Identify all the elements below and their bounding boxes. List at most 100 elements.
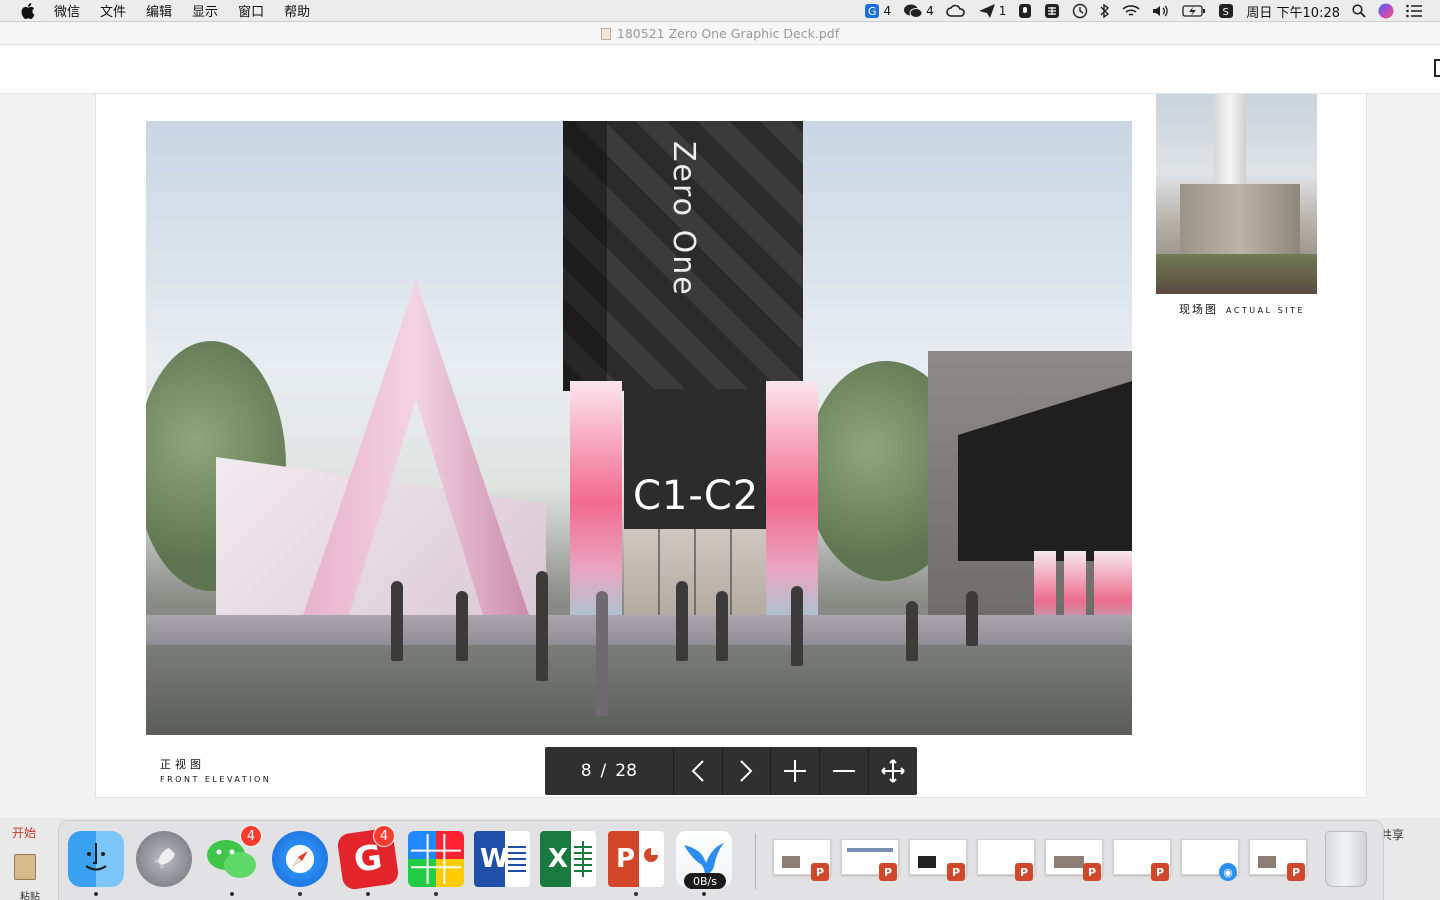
person-figure	[791, 586, 803, 666]
current-page[interactable]: 8	[581, 761, 592, 781]
page-navigator: 8 / 28	[545, 747, 917, 795]
dock-powerpoint[interactable]: P	[607, 829, 665, 896]
running-indicator	[230, 892, 234, 896]
siri-icon[interactable]	[1378, 3, 1394, 19]
person-figure	[906, 601, 918, 661]
dock-wechat[interactable]: 4	[203, 825, 262, 896]
dock-word[interactable]: W	[473, 829, 531, 889]
bird-transfer-icon: 0B/s	[676, 831, 732, 889]
total-pages: 28	[615, 761, 637, 781]
zoom-in-button[interactable]	[770, 747, 819, 795]
spotlight-search-icon[interactable]	[1352, 4, 1366, 18]
sidewalk-graphic	[146, 615, 1132, 645]
menu-window[interactable]: 窗口	[238, 1, 264, 20]
bandwagon-status[interactable]: G 4	[864, 3, 891, 19]
powerpoint-mini-icon: P	[1287, 863, 1305, 881]
person-figure	[536, 571, 548, 681]
minus-icon	[833, 770, 856, 772]
dock-color-grid[interactable]	[407, 829, 465, 896]
street-graphic	[146, 645, 1132, 735]
plus-icon	[784, 760, 807, 782]
safari-mini-icon: ◉	[1219, 863, 1237, 881]
next-page-button[interactable]	[721, 747, 771, 795]
mail-count: 1	[998, 4, 1007, 18]
tower-shade	[563, 121, 607, 391]
volume-icon[interactable]	[1152, 4, 1170, 18]
caption-left-zh: 正视图	[160, 758, 205, 771]
excel-letter: X	[548, 844, 569, 874]
fit-page-button[interactable]	[868, 747, 917, 795]
paste-icon[interactable]	[14, 854, 36, 880]
wifi-icon[interactable]	[1122, 4, 1140, 18]
excel-icon: X	[540, 831, 596, 887]
battery-icon[interactable]	[1182, 4, 1206, 18]
previous-page-button[interactable]	[672, 747, 722, 795]
document-viewer[interactable]: Zero One C1-C2 正视图 FRONT ELEVATION 现场图 A…	[0, 94, 1440, 818]
safari-icon	[272, 831, 328, 887]
powerpoint-mini-icon: P	[947, 863, 965, 881]
menu-wechat[interactable]: 微信	[54, 1, 80, 20]
running-indicator	[298, 892, 302, 896]
svg-text:G: G	[868, 5, 877, 18]
running-indicator	[94, 892, 98, 896]
running-indicator	[366, 892, 370, 896]
creative-cloud-icon[interactable]	[945, 4, 966, 18]
time-machine-icon[interactable]	[1072, 3, 1088, 19]
powerpoint-mini-icon: P	[811, 863, 829, 881]
menu-bar: 微信 文件 编辑 显示 窗口 帮助 G 4 4 1 S 周日 下午10:28	[0, 0, 1440, 22]
dock-separator	[755, 833, 756, 889]
dock: 4 G 4 W X P 0B/s P P P P P P ◉ P	[58, 820, 1384, 900]
gate-label-text: C1-C2	[633, 473, 760, 519]
menu-view[interactable]: 显示	[192, 1, 218, 20]
dock-bandwagon[interactable]: G 4	[336, 825, 400, 896]
thumb-bar	[847, 848, 893, 852]
powerpoint-mini-icon: P	[1015, 863, 1033, 881]
dock-excel[interactable]: X	[539, 829, 597, 889]
menu-edit[interactable]: 编辑	[146, 1, 172, 20]
input-method-icon[interactable]	[1044, 3, 1060, 19]
person-figure	[391, 581, 403, 661]
powerpoint-icon: P	[608, 831, 664, 887]
chevron-right-icon	[740, 760, 753, 782]
running-indicator	[634, 892, 638, 896]
mail-status[interactable]: 1	[978, 3, 1007, 19]
running-indicator	[434, 892, 438, 896]
sync-app-icon[interactable]: S	[1218, 3, 1234, 19]
microphone-icon[interactable]	[1018, 3, 1032, 19]
paper-plane-icon	[978, 4, 995, 18]
clock-text[interactable]: 周日 下午10:28	[1246, 2, 1340, 21]
thumb-image	[1054, 856, 1084, 868]
move-arrows-icon	[881, 759, 905, 783]
bandwagon-count: 4	[883, 4, 892, 18]
apple-icon[interactable]	[18, 0, 38, 22]
wechat-status[interactable]: 4	[903, 3, 934, 19]
wechat-icon: 4	[204, 825, 262, 887]
zoom-out-button[interactable]	[819, 747, 868, 795]
dock-finder[interactable]	[67, 829, 125, 896]
word-icon: W	[474, 831, 530, 887]
bandwagon-status-icon: G	[865, 4, 880, 18]
thumb-image	[782, 856, 800, 868]
dock-safari[interactable]	[271, 829, 329, 896]
svg-text:S: S	[1223, 7, 1229, 18]
window-title: 180521 Zero One Graphic Deck.pdf	[616, 26, 840, 41]
powerpoint-mini-icon: P	[879, 863, 897, 881]
bluetooth-icon[interactable]	[1100, 3, 1110, 19]
ribbon-tab-start[interactable]: 开始	[12, 824, 36, 841]
toolbar-edge-icon[interactable]	[1434, 59, 1440, 77]
dock-bird-transfer[interactable]: 0B/s	[675, 829, 733, 896]
person-figure	[676, 581, 688, 661]
status-area: G 4 4 1 S 周日 下午10:28	[864, 0, 1422, 22]
dock-launchpad[interactable]	[135, 829, 193, 889]
menu-help[interactable]: 帮助	[284, 1, 310, 20]
person-figure	[966, 591, 978, 646]
powerpoint-mini-icon: P	[1083, 863, 1101, 881]
network-speed-label: 0B/s	[684, 873, 726, 889]
thumb-image	[1258, 856, 1276, 868]
caption-right-zh: 现场图	[1179, 303, 1218, 316]
trash-icon[interactable]	[1325, 831, 1367, 887]
pdf-page: Zero One C1-C2 正视图 FRONT ELEVATION 现场图 A…	[95, 94, 1367, 798]
street-greenery-graphic	[1156, 254, 1317, 294]
menu-file[interactable]: 文件	[100, 1, 126, 20]
notification-center-icon[interactable]	[1406, 4, 1422, 18]
